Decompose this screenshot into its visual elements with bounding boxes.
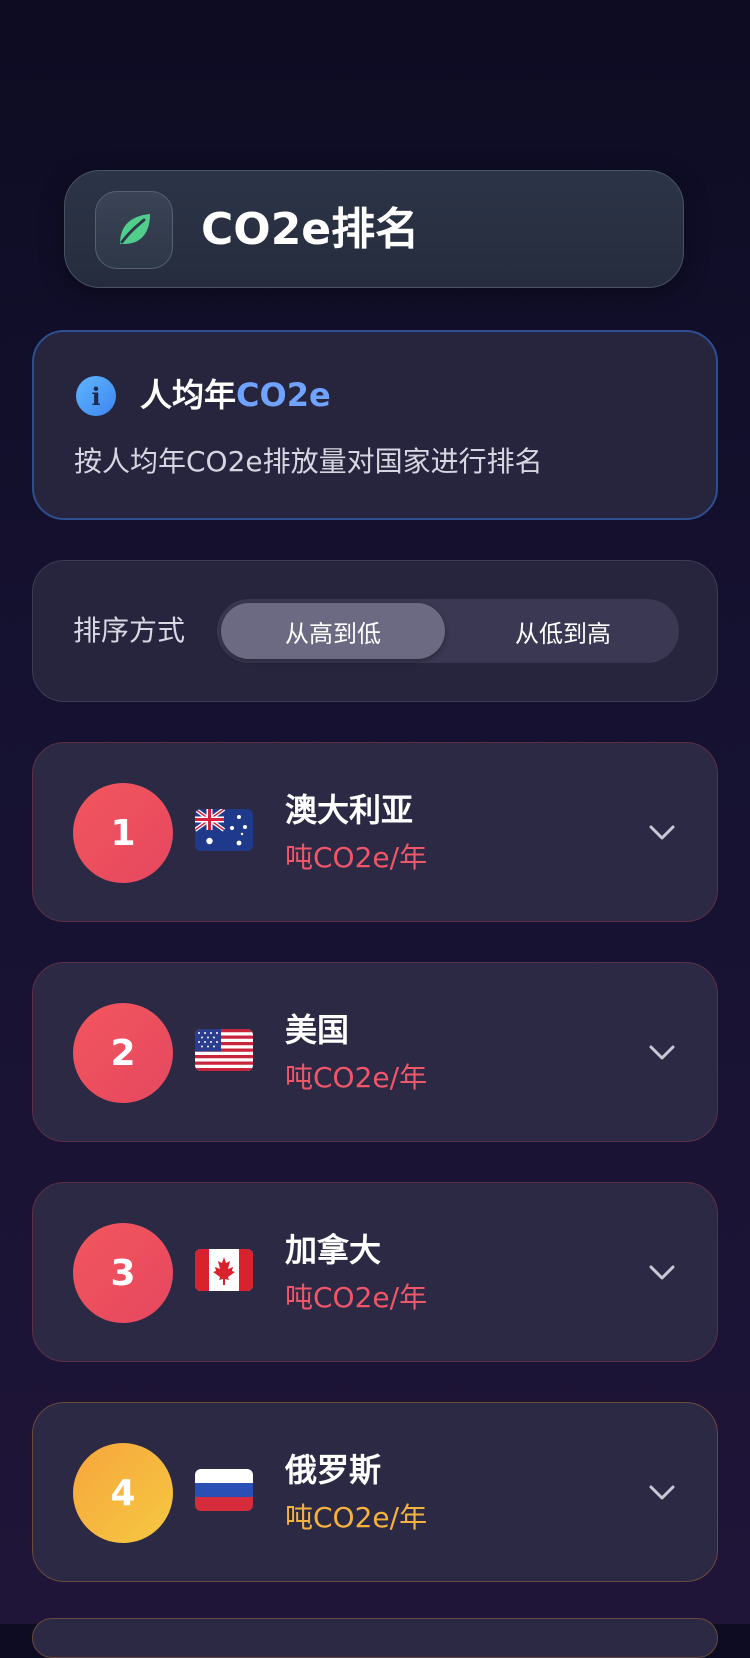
header-card: CO2e排名 bbox=[64, 170, 684, 288]
country-name: 美国 bbox=[285, 1011, 350, 1049]
info-description: 按人均年CO2e排放量对国家进行排名 bbox=[74, 445, 543, 478]
country-card-russia[interactable]: 4 俄罗斯 吨CO2e/年 bbox=[32, 1402, 718, 1582]
usa-flag-icon bbox=[195, 1029, 253, 1071]
info-title-prefix: 人均年 bbox=[140, 376, 237, 414]
country-card-australia[interactable]: 1 澳大利亚 吨CO2e/年 bbox=[32, 742, 718, 922]
country-card-canada[interactable]: 3 加拿大 吨CO2e/年 bbox=[32, 1182, 718, 1362]
sort-label: 排序方式 bbox=[73, 614, 186, 647]
australia-flag-icon bbox=[195, 809, 253, 851]
country-unit: 吨CO2e/年 bbox=[285, 1501, 428, 1534]
country-name: 加拿大 bbox=[285, 1231, 382, 1269]
country-unit: 吨CO2e/年 bbox=[285, 841, 428, 874]
chevron-down-icon[interactable] bbox=[645, 1035, 679, 1069]
country-name: 俄罗斯 bbox=[285, 1451, 382, 1489]
russia-flag-icon bbox=[195, 1469, 253, 1511]
rank-badge: 2 bbox=[73, 1003, 173, 1103]
info-card: i 人均年CO2e 按人均年CO2e排放量对国家进行排名 bbox=[32, 330, 718, 520]
chevron-down-icon[interactable] bbox=[645, 1475, 679, 1509]
chevron-down-icon[interactable] bbox=[645, 815, 679, 849]
country-card-next[interactable] bbox=[32, 1618, 718, 1658]
country-card-usa[interactable]: 2 美国 吨CO2e/年 bbox=[32, 962, 718, 1142]
sort-card: 排序方式 从高到低 从低到高 bbox=[32, 560, 718, 702]
info-title-highlight: CO2e bbox=[236, 376, 331, 414]
leaf-icon bbox=[95, 191, 173, 269]
country-name: 澳大利亚 bbox=[285, 791, 414, 829]
canada-flag-icon bbox=[195, 1249, 253, 1291]
country-unit: 吨CO2e/年 bbox=[285, 1281, 428, 1314]
sort-segmented-control: 从高到低 从低到高 bbox=[217, 599, 679, 663]
rank-badge: 3 bbox=[73, 1223, 173, 1323]
info-icon: i bbox=[76, 376, 116, 416]
chevron-down-icon[interactable] bbox=[645, 1255, 679, 1289]
country-unit: 吨CO2e/年 bbox=[285, 1061, 428, 1094]
rank-badge: 4 bbox=[73, 1443, 173, 1543]
rank-badge: 1 bbox=[73, 783, 173, 883]
sort-low-to-high-button[interactable]: 从低到高 bbox=[451, 603, 675, 659]
sort-high-to-low-button[interactable]: 从高到低 bbox=[221, 603, 445, 659]
info-title: 人均年CO2e bbox=[140, 370, 331, 420]
page-title: CO2e排名 bbox=[201, 204, 420, 255]
